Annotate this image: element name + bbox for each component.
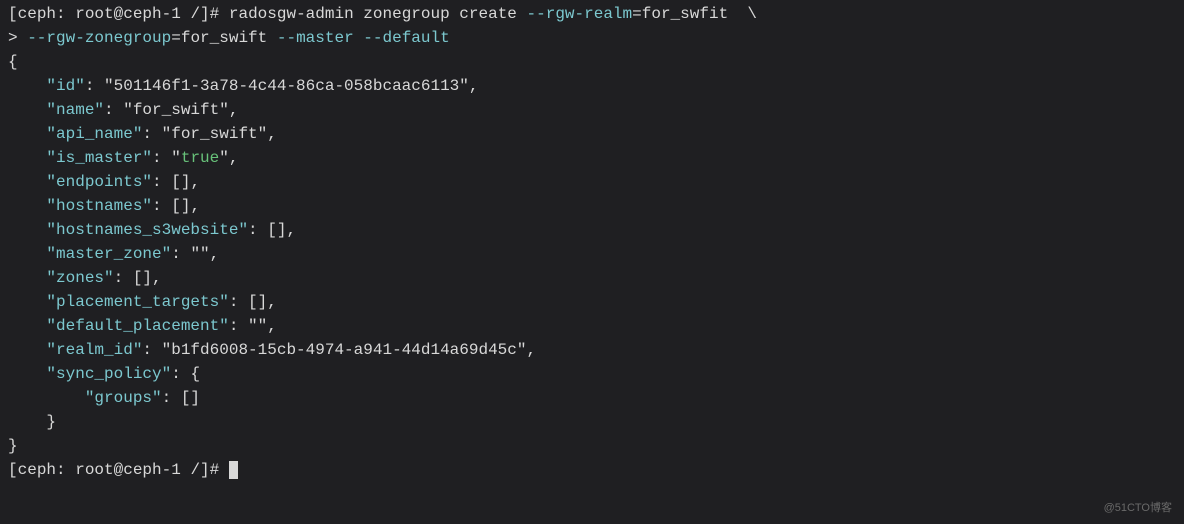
json-endpoints: "endpoints": [],	[8, 170, 1176, 194]
prompt-sep: :	[56, 5, 75, 23]
json-default-placement: "default_placement": "",	[8, 314, 1176, 338]
prompt-open: [	[8, 5, 18, 23]
json-close-brace: }	[8, 434, 1176, 458]
json-open-brace: {	[8, 50, 1176, 74]
prompt-env: ceph	[18, 5, 56, 23]
eq-sign-2: =	[171, 29, 181, 47]
command-line-2[interactable]: > --rgw-zonegroup=for_swift --master --d…	[8, 26, 1176, 50]
json-id: "id": "501146f1-3a78-4c44-86ca-058bcaac6…	[8, 74, 1176, 98]
json-realm-id: "realm_id": "b1fd6008-15cb-4974-a941-44d…	[8, 338, 1176, 362]
space-2	[354, 29, 364, 47]
terminal-output: [ceph: root@ceph-1 /]# radosgw-admin zon…	[8, 2, 1176, 482]
json-is-master: "is_master": "true",	[8, 146, 1176, 170]
cursor-icon	[229, 461, 238, 479]
continuation-prompt: >	[8, 29, 27, 47]
prompt-close: ]	[200, 5, 210, 23]
flag-rgw-zonegroup-value: for_swift	[181, 29, 267, 47]
json-name: "name": "for_swift",	[8, 98, 1176, 122]
flag-rgw-realm: --rgw-realm	[527, 5, 633, 23]
prompt-hash: #	[210, 5, 229, 23]
eq-sign: =	[632, 5, 642, 23]
command-line-1[interactable]: [ceph: root@ceph-1 /]# radosgw-admin zon…	[8, 2, 1176, 26]
json-sync-policy: "sync_policy": {	[8, 362, 1176, 386]
json-zones: "zones": [],	[8, 266, 1176, 290]
json-sync-policy-close: }	[8, 410, 1176, 434]
flag-master: --master	[277, 29, 354, 47]
flag-rgw-realm-value: for_swfit	[642, 5, 728, 23]
json-hostnames-s3website: "hostnames_s3website": [],	[8, 218, 1176, 242]
prompt-user-host: root@ceph-1	[75, 5, 181, 23]
flag-default: --default	[363, 29, 449, 47]
json-api-name: "api_name": "for_swift",	[8, 122, 1176, 146]
json-groups: "groups": []	[8, 386, 1176, 410]
json-hostnames: "hostnames": [],	[8, 194, 1176, 218]
command-text: radosgw-admin zonegroup create	[229, 5, 527, 23]
prompt-idle[interactable]: [ceph: root@ceph-1 /]#	[8, 458, 1176, 482]
watermark-text: @51CTO博客	[1104, 500, 1172, 517]
json-master-zone: "master_zone": "",	[8, 242, 1176, 266]
space	[267, 29, 277, 47]
json-placement-targets: "placement_targets": [],	[8, 290, 1176, 314]
line-continuation-backslash: \	[728, 5, 757, 23]
prompt-path: /	[181, 5, 200, 23]
flag-rgw-zonegroup: --rgw-zonegroup	[27, 29, 171, 47]
